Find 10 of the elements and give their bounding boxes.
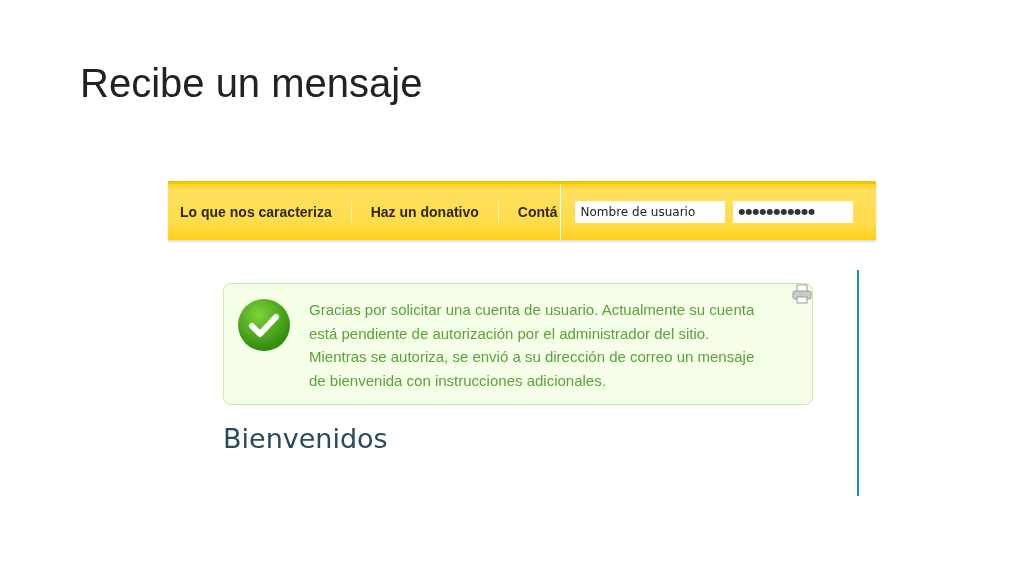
page-heading: Bienvenidos [223,423,389,454]
message-text: Gracias por solicitar una cuenta de usuario. Actualmente su cuenta está pendiente de autorización por el administrador del sitio. [309,300,756,344]
message-text: Mientras se autoriza, se envió a su dirección de correo un mensaje de bienvenida con instrucciones adicionales. [309,347,756,391]
printer-icon[interactable] [792,284,812,304]
slide-title: Recibe un mensaje [79,60,424,107]
username-field[interactable]: Nombre de usuario [574,201,725,223]
password-field[interactable]: ●●●●●●●●●●● [732,201,853,223]
checkmark-icon [237,298,291,352]
nav-link[interactable]: Lo que nos caracteriza [168,201,352,223]
nav-link[interactable]: Haz un donativo [351,201,499,223]
